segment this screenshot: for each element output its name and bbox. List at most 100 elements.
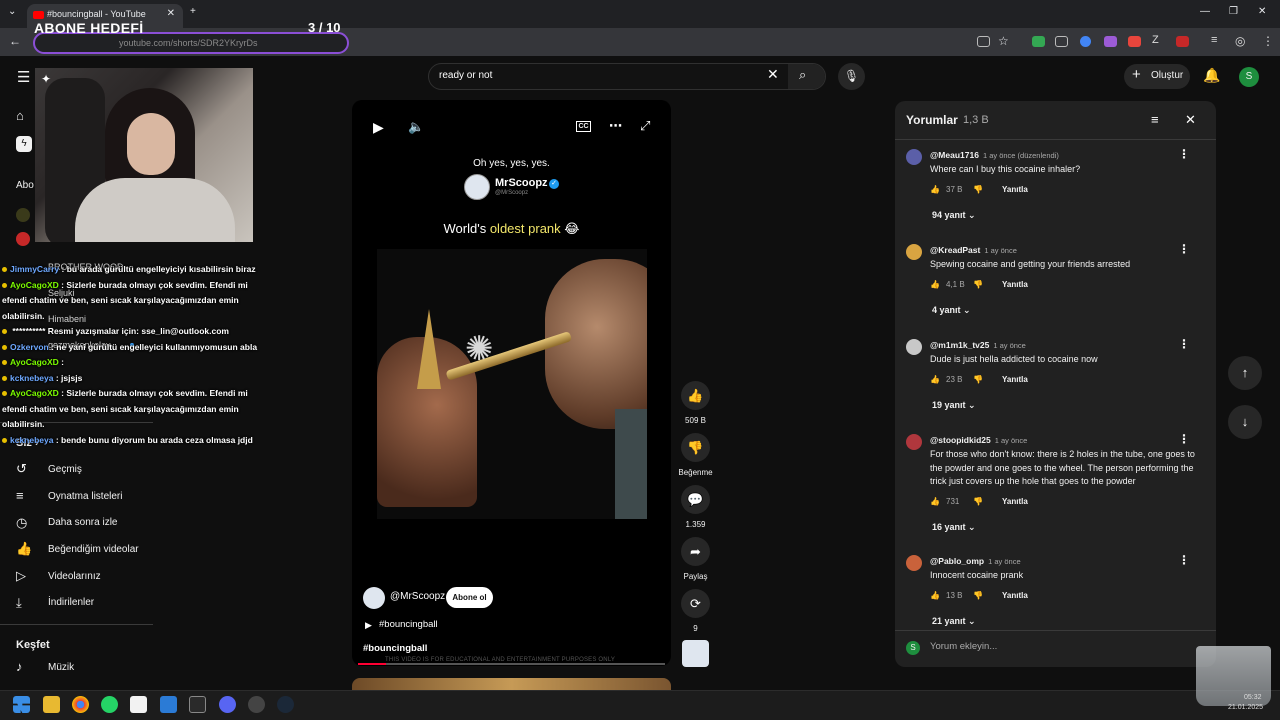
comment-avatar[interactable]	[906, 434, 922, 450]
video-progress-bar[interactable]	[358, 663, 665, 665]
comment-menu-icon[interactable]: ⋮	[1178, 553, 1190, 567]
comment-replies-toggle[interactable]: 21 yanıt ⌄	[932, 616, 976, 627]
comment-username[interactable]: @m1m1k_tv25 1 ay önce	[930, 340, 1026, 350]
sound-thumbnail[interactable]	[682, 640, 709, 667]
comment-dislike-icon[interactable]: 👎	[973, 280, 983, 289]
more-options-icon[interactable]: ⋯	[609, 118, 622, 134]
comment-avatar[interactable]	[906, 244, 922, 260]
comment-avatar[interactable]	[906, 149, 922, 165]
discord-icon[interactable]	[219, 696, 236, 713]
comment-reply-button[interactable]: Yanıtla	[1002, 375, 1028, 384]
media-queue-icon[interactable]: ≡	[1211, 34, 1217, 46]
extension-cc-icon[interactable]	[1055, 36, 1068, 47]
comment-username[interactable]: @Pablo_omp 1 ay önce	[930, 556, 1021, 566]
remix-icon[interactable]: ⟳	[681, 589, 710, 618]
comment-dislike-icon[interactable]: 👎	[973, 591, 983, 600]
comment-avatar[interactable]	[906, 555, 922, 571]
extension-pen-icon[interactable]	[1176, 36, 1189, 47]
comment-dislike-icon[interactable]: 👎	[973, 375, 983, 384]
profile-icon[interactable]: ◎	[1235, 34, 1245, 48]
home-icon[interactable]: ⌂	[16, 108, 32, 124]
comments-icon[interactable]: 💬	[681, 485, 710, 514]
notifications-bell-icon[interactable]: 🔔	[1203, 67, 1220, 84]
comment-reply-button[interactable]: Yanıtla	[1002, 185, 1028, 194]
chrome-taskbar-icon[interactable]	[72, 696, 89, 713]
bookmark-star-icon[interactable]: ☆	[998, 34, 1009, 48]
nav-watch-later[interactable]: Daha sonra izle	[48, 517, 117, 528]
epic-games-icon[interactable]	[189, 696, 206, 713]
comment-like-icon[interactable]: 👍	[930, 185, 940, 194]
comment-avatar[interactable]	[906, 339, 922, 355]
clear-search-icon[interactable]: ✕	[767, 66, 779, 83]
channel-avatar[interactable]	[363, 587, 385, 609]
comment-replies-toggle[interactable]: 16 yanıt ⌄	[932, 522, 976, 533]
channel-name[interactable]: @MrScoopz	[390, 591, 445, 602]
video-title[interactable]: #bouncingball	[363, 643, 427, 654]
comment-reply-button[interactable]: Yanıtla	[1002, 591, 1028, 600]
captions-icon[interactable]: CC	[576, 121, 591, 132]
comment-reply-button[interactable]: Yanıtla	[1002, 280, 1028, 289]
tab-close-icon[interactable]: ✕	[167, 8, 175, 19]
comment-like-icon[interactable]: 👍	[930, 375, 940, 384]
nav-downloads[interactable]: İndirilenler	[48, 597, 94, 608]
whatsapp-icon[interactable]	[101, 696, 118, 713]
volume-icon[interactable]: 🔈	[408, 119, 424, 135]
window-close-icon[interactable]: ✕	[1258, 6, 1266, 17]
comment-username[interactable]: @Meau1716 1 ay önce (düzenlendi)	[930, 150, 1059, 160]
comment-replies-toggle[interactable]: 94 yanıt ⌄	[932, 210, 976, 221]
close-comments-icon[interactable]: ✕	[1185, 112, 1196, 128]
comment-username[interactable]: @KreadPast 1 ay önce	[930, 245, 1017, 255]
share-icon[interactable]: ➦	[681, 537, 710, 566]
like-icon[interactable]: 👍	[681, 381, 710, 410]
search-button[interactable]: ⌕	[788, 64, 825, 89]
comment-reply-button[interactable]: Yanıtla	[1002, 497, 1028, 506]
comment-replies-toggle[interactable]: 4 yanıt ⌄	[932, 305, 971, 316]
comment-like-icon[interactable]: 👍	[930, 591, 940, 600]
nav-your-videos[interactable]: Videolarınız	[48, 571, 101, 582]
comment-like-icon[interactable]: 👍	[930, 497, 940, 506]
comment-username[interactable]: @stoopidkid25 1 ay önce	[930, 435, 1027, 445]
install-app-icon[interactable]	[977, 36, 990, 47]
comment-menu-icon[interactable]: ⋮	[1178, 337, 1190, 351]
comment-menu-icon[interactable]: ⋮	[1178, 432, 1190, 446]
comment-replies-toggle[interactable]: 19 yanıt ⌄	[932, 400, 976, 411]
previous-short-icon[interactable]: ↑	[1228, 356, 1262, 390]
comment-dislike-icon[interactable]: 👎	[973, 497, 983, 506]
subscribe-button[interactable]: Abone ol	[446, 587, 493, 608]
add-comment-input[interactable]: Yorum ekleyin...	[930, 641, 997, 652]
extension-green-icon[interactable]	[1032, 36, 1045, 47]
shorts-icon[interactable]: ϟ	[16, 136, 32, 152]
extension-blue-icon[interactable]	[1080, 36, 1091, 47]
steam-icon[interactable]	[277, 696, 294, 713]
comment-like-icon[interactable]: 👍	[930, 280, 940, 289]
nav-liked-videos[interactable]: Beğendiğim videolar	[48, 544, 139, 555]
back-icon[interactable]: ←	[9, 34, 21, 48]
nav-music[interactable]: Müzik	[48, 662, 74, 673]
comment-dislike-icon[interactable]: 👎	[973, 185, 983, 194]
search-input[interactable]: ready or not	[439, 70, 492, 81]
photos-icon[interactable]	[130, 696, 147, 713]
comment-menu-icon[interactable]: ⋮	[1178, 242, 1190, 256]
fullscreen-icon[interactable]: ⤢	[640, 118, 650, 134]
voice-search-icon[interactable]: 🎙	[838, 63, 865, 90]
photo-app-icon[interactable]	[160, 696, 177, 713]
account-avatar[interactable]: S	[1239, 67, 1259, 87]
maximize-icon[interactable]: ❐	[1229, 6, 1238, 17]
play-icon[interactable]: ▶	[373, 119, 384, 136]
app-icon[interactable]	[248, 696, 265, 713]
hamburger-menu-icon[interactable]: ☰	[17, 68, 30, 86]
nav-playlists[interactable]: Oynatma listeleri	[48, 491, 122, 502]
minimize-icon[interactable]: —	[1200, 6, 1210, 17]
next-short-icon[interactable]: ↓	[1228, 405, 1262, 439]
dislike-icon[interactable]: 👎	[681, 433, 710, 462]
sort-icon[interactable]: ≡	[1151, 112, 1159, 127]
next-short-preview[interactable]	[352, 678, 671, 690]
tab-list-icon[interactable]: ⌄	[8, 6, 16, 17]
comment-menu-icon[interactable]: ⋮	[1178, 147, 1190, 161]
hashtag-link[interactable]: #bouncingball	[379, 619, 438, 630]
create-button[interactable]: + Oluştur	[1124, 64, 1190, 89]
extension-red-icon[interactable]	[1128, 36, 1141, 47]
nav-history[interactable]: Geçmiş	[48, 464, 82, 475]
extension-purple-icon[interactable]	[1104, 36, 1117, 47]
chrome-menu-icon[interactable]: ⋮	[1262, 34, 1274, 48]
